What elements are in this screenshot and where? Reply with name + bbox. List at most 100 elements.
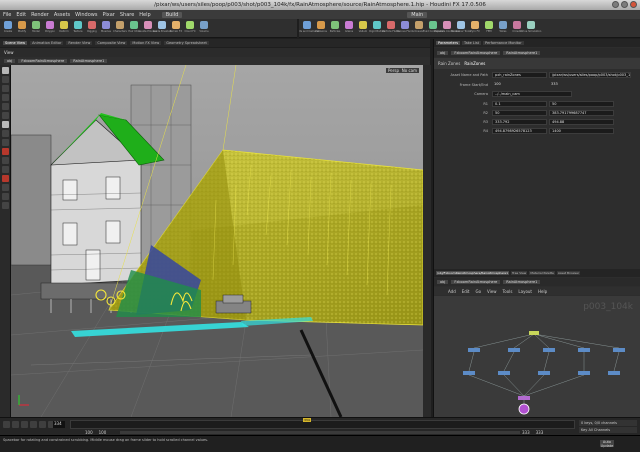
asset-path-field[interactable]: /pixar/ws/users/siles/poop/p003/shot/p00… bbox=[549, 71, 631, 78]
right-shelf-tool-13[interactable]: FEM bbox=[483, 21, 495, 36]
net-path-sub[interactable]: RainAtmosphere1 bbox=[503, 280, 541, 284]
secure-icon[interactable] bbox=[1, 157, 9, 164]
path-obj[interactable]: obj bbox=[4, 59, 16, 63]
right-shelf-tool-15[interactable]: Crowds bbox=[511, 21, 523, 36]
r3-b-field[interactable]: 494.88 bbox=[549, 118, 614, 125]
param-path-obj[interactable]: obj bbox=[437, 50, 449, 55]
right-shelf-tool-10[interactable]: Populate Containers bbox=[434, 21, 460, 36]
left-shelf-tool-7[interactable]: Muscles bbox=[100, 21, 112, 36]
path-sub[interactable]: RainAtmosphere1 bbox=[70, 59, 108, 63]
frame-end-field[interactable]: 333 bbox=[549, 82, 604, 88]
left-shelf-tool-6[interactable]: Rigging bbox=[86, 21, 98, 36]
viewport-tab-label[interactable]: View bbox=[4, 50, 14, 55]
handle-tool-icon[interactable] bbox=[1, 103, 9, 110]
left-shelf-tool-12[interactable]: Terrain FX bbox=[170, 21, 182, 36]
param-path-node[interactable]: FxboomRainAtmosphere bbox=[451, 50, 501, 55]
magnet-icon[interactable] bbox=[1, 175, 9, 182]
net-path-node[interactable]: FxboomRainAtmosphere bbox=[451, 280, 501, 284]
net-path-obj[interactable]: obj bbox=[437, 280, 449, 284]
first-frame-icon[interactable] bbox=[3, 421, 10, 428]
step-back-icon[interactable] bbox=[21, 421, 28, 428]
tab-material-palette[interactable]: Material Palette bbox=[529, 271, 555, 275]
path-node[interactable]: FxboomRainAtmosphere bbox=[18, 59, 68, 63]
prev-key-icon[interactable] bbox=[12, 421, 19, 428]
tab-animation-editor[interactable]: Animation Editor bbox=[30, 41, 64, 45]
tab-render-view[interactable]: Render View bbox=[66, 41, 93, 45]
right-shelf-tool-11[interactable]: Container Tools bbox=[451, 21, 471, 36]
left-shelf-tool-13[interactable]: Cloud FX bbox=[184, 21, 196, 36]
maximize-icon[interactable] bbox=[621, 1, 628, 8]
right-shelf-tool-14[interactable]: Wires bbox=[497, 21, 509, 36]
range-slider[interactable] bbox=[120, 431, 520, 434]
left-shelf-tool-9[interactable]: Hair Utils bbox=[128, 21, 140, 36]
frame-start-field[interactable]: 100 bbox=[492, 82, 547, 88]
menu-help[interactable]: Help bbox=[139, 12, 150, 18]
key-all-channels-button[interactable]: Key All Channels bbox=[579, 427, 637, 433]
tab-take-list[interactable]: Take List bbox=[462, 41, 482, 45]
left-shelf-tool-4[interactable]: Deform bbox=[58, 21, 70, 36]
menu-render[interactable]: Render bbox=[31, 12, 49, 18]
net-menu-view[interactable]: View bbox=[487, 289, 497, 294]
right-shelf-tool-0[interactable]: Lights and Cameras bbox=[299, 21, 319, 36]
net-menu-layout[interactable]: Layout bbox=[518, 289, 532, 294]
edges-icon[interactable] bbox=[1, 184, 9, 191]
left-shelf-tool-10[interactable]: Guide Process bbox=[139, 21, 157, 36]
right-shelf-tool-12[interactable]: Pyro FX bbox=[469, 21, 481, 36]
record-icon[interactable] bbox=[1, 148, 9, 155]
left-shelf-tool-11[interactable]: Guide Brushes bbox=[153, 21, 171, 36]
right-shelf-tool-1[interactable]: Collisions bbox=[315, 21, 327, 36]
minimize-icon[interactable] bbox=[612, 1, 619, 8]
right-shelf-tool-2[interactable]: Particles bbox=[329, 21, 341, 36]
r1-b-field[interactable]: 50 bbox=[549, 100, 614, 107]
right-shelf-tool-4[interactable]: Vellum bbox=[357, 21, 369, 36]
menu-share[interactable]: Share bbox=[120, 12, 134, 18]
left-shelf-tool-3[interactable]: Polygon bbox=[44, 21, 56, 36]
left-shelf-tool-8[interactable]: Characters bbox=[113, 21, 127, 36]
tab-parameters[interactable]: Parameters bbox=[436, 41, 461, 45]
r4-a-field[interactable]: 494.8798926578123 bbox=[492, 127, 547, 134]
menu-assets[interactable]: Assets bbox=[54, 12, 70, 18]
view-tool-icon[interactable] bbox=[1, 121, 9, 128]
r4-b-field[interactable]: 1400 bbox=[549, 127, 614, 134]
rotate-tool-icon[interactable] bbox=[1, 85, 9, 92]
tab-motion-fx-view[interactable]: Motion FX View bbox=[130, 41, 162, 45]
node-name[interactable]: RainZones bbox=[464, 61, 485, 66]
r2-a-field[interactable]: 50 bbox=[492, 109, 547, 116]
paint-icon[interactable] bbox=[1, 139, 9, 146]
left-shelf-tool-5[interactable]: Texture bbox=[72, 21, 84, 36]
auto-update-button[interactable]: Auto Update bbox=[600, 440, 614, 448]
r3-a-field[interactable]: 333.792 bbox=[492, 118, 547, 125]
asset-field[interactable]: pxh_rainZones bbox=[492, 71, 547, 78]
r2-b-field[interactable]: 383.791799687747 bbox=[549, 109, 614, 116]
camera-menu[interactable]: No cam bbox=[399, 68, 419, 73]
menu-file[interactable]: File bbox=[3, 12, 11, 18]
tab-scene-view[interactable]: Scene View bbox=[3, 41, 28, 45]
menu-edit[interactable]: Edit bbox=[16, 12, 26, 18]
net-menu-go[interactable]: Go bbox=[476, 289, 482, 294]
param-path-sub[interactable]: RainAtmosphere1 bbox=[503, 50, 541, 55]
scale-tool-icon[interactable] bbox=[1, 94, 9, 101]
tab-asset-browser[interactable]: Asset Browser bbox=[556, 271, 581, 275]
tab-geometry-spreadsheet[interactable]: Geometry Spreadsheet bbox=[164, 41, 209, 45]
scene-viewport[interactable]: Persp No cam bbox=[11, 65, 423, 417]
left-shelf-tool-2[interactable]: Model bbox=[30, 21, 42, 36]
right-shelf-tool-6[interactable]: Particle Fluids bbox=[382, 21, 400, 36]
snap-icon[interactable] bbox=[1, 130, 9, 137]
right-shelf-tool-5[interactable]: Rigid Bodies bbox=[369, 21, 385, 36]
r1-a-field[interactable]: 0.1 bbox=[492, 100, 547, 107]
net-menu-edit[interactable]: Edit bbox=[462, 289, 470, 294]
net-menu-tools[interactable]: Tools bbox=[503, 289, 513, 294]
select-tool-icon[interactable] bbox=[1, 67, 9, 74]
net-menu-add[interactable]: Add bbox=[448, 289, 456, 294]
menu-pixar[interactable]: Pixar bbox=[102, 12, 114, 18]
pose-tool-icon[interactable] bbox=[1, 112, 9, 119]
step-forward-icon[interactable] bbox=[39, 421, 46, 428]
play-icon[interactable] bbox=[30, 421, 37, 428]
frame-slider[interactable]: 334 bbox=[70, 418, 575, 429]
prims-icon[interactable] bbox=[1, 193, 9, 200]
left-shelf-tool-0[interactable]: Create bbox=[2, 21, 14, 36]
right-shelf-tool-8[interactable]: Oceans bbox=[413, 21, 425, 36]
right-shelf-tool-9[interactable]: Fluid Containers bbox=[423, 21, 443, 36]
tab-performance-monitor[interactable]: Performance Monitor bbox=[483, 41, 524, 45]
points-icon[interactable] bbox=[1, 166, 9, 173]
